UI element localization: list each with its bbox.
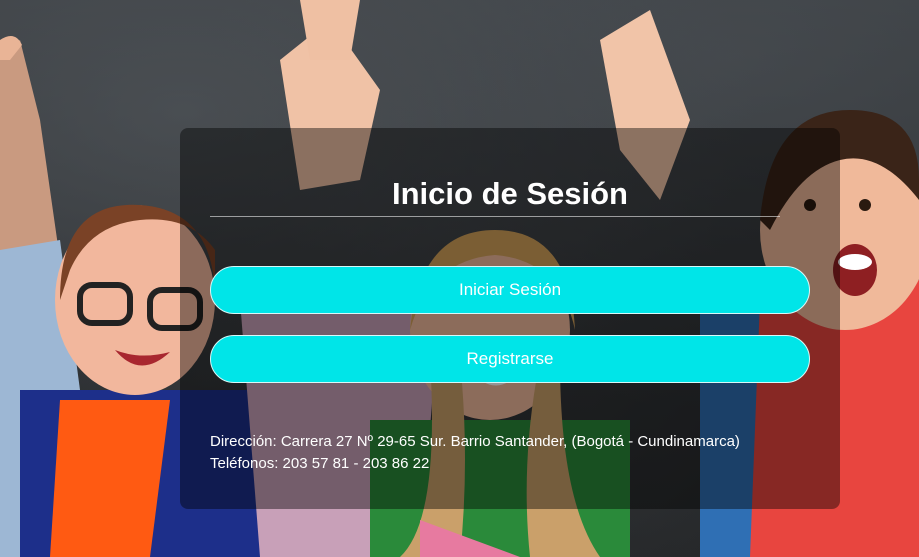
register-button[interactable]: Registrarse — [210, 335, 810, 383]
login-button[interactable]: Iniciar Sesión — [210, 266, 810, 314]
contact-info: Dirección: Carrera 27 Nº 29-65 Sur. Barr… — [210, 431, 830, 475]
address-text: Dirección: Carrera 27 Nº 29-65 Sur. Barr… — [210, 433, 740, 450]
phones-text: Teléfonos: 203 57 81 - 203 86 22 — [210, 455, 430, 472]
title-divider — [210, 216, 780, 217]
login-title: Inicio de Sesión — [392, 176, 628, 211]
login-card: Inicio de Sesión Iniciar Sesión Registra… — [180, 128, 840, 509]
